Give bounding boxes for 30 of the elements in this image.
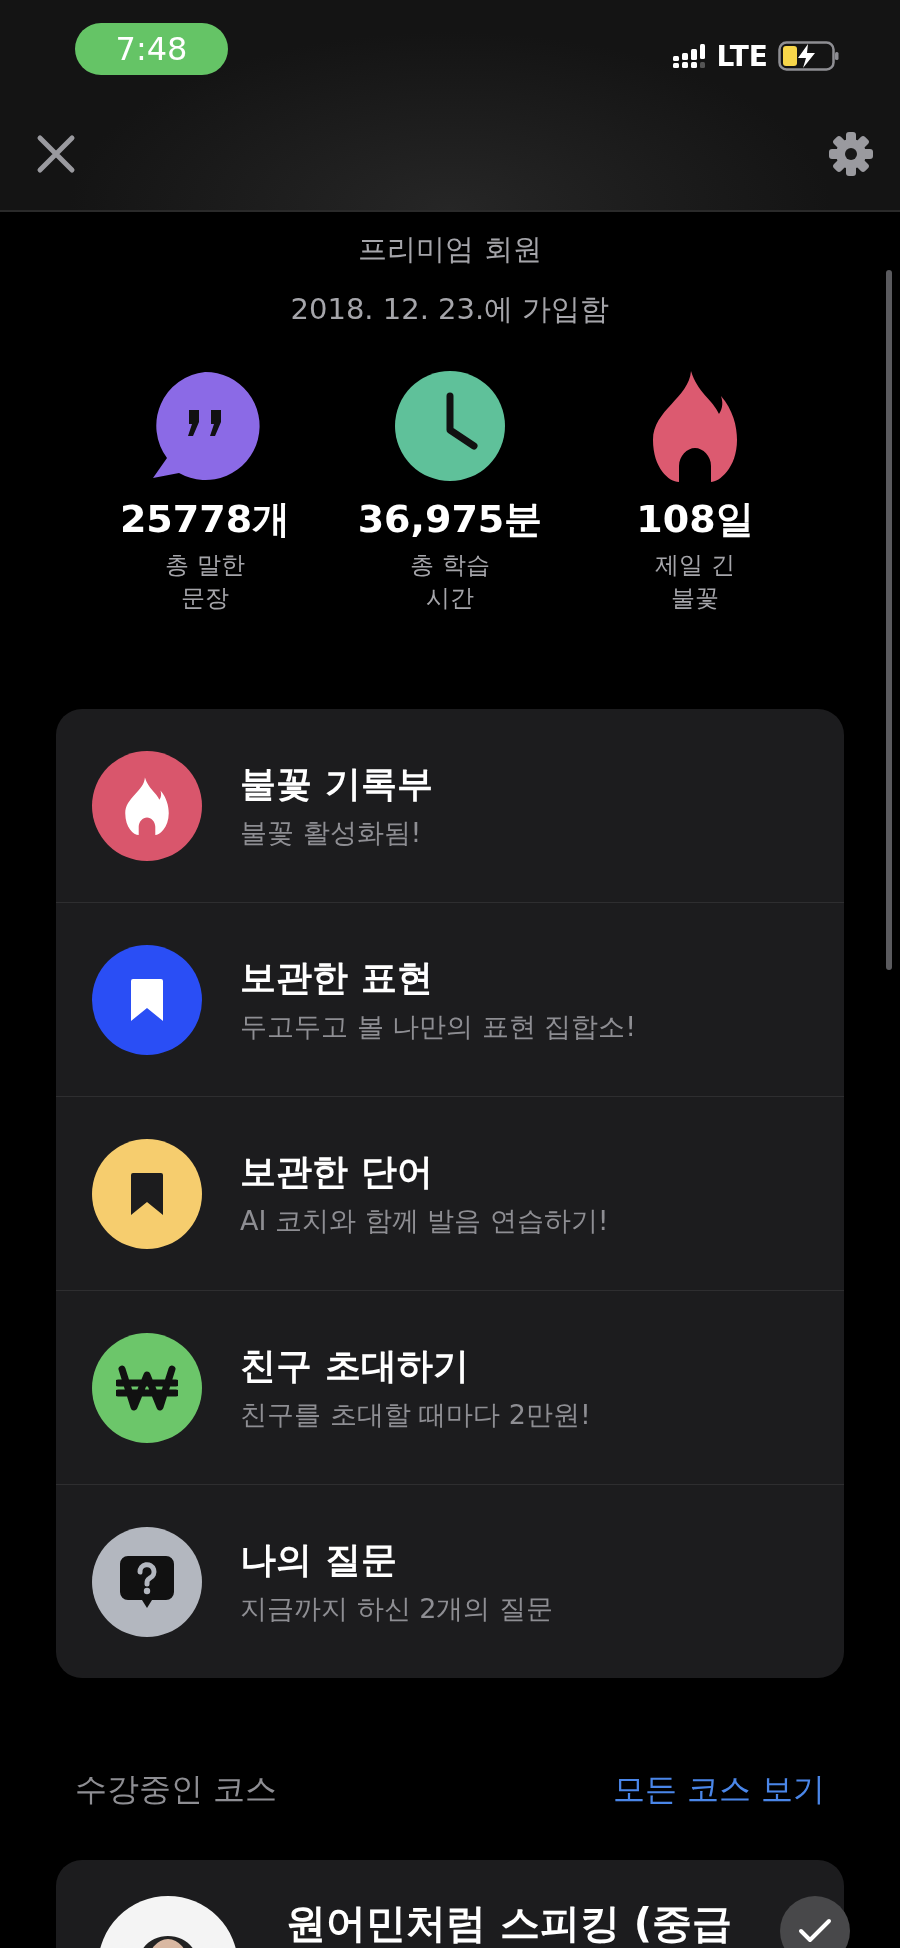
menu-subtitle: 친구를 초대할 때마다 2만원!	[240, 1398, 591, 1432]
section-title: 수강중인 코스	[75, 1769, 278, 1810]
battery-charging-icon	[778, 41, 840, 71]
network-label: LTE	[716, 39, 768, 73]
status-time: 7:48	[75, 23, 228, 75]
menu-subtitle: 불꽃 활성화됨!	[240, 816, 423, 850]
menu-title: 나의 질문	[240, 1538, 398, 1582]
signal-icon	[672, 44, 707, 68]
course-title: 원어민처럼 스피킹 (중급	[286, 1899, 733, 1948]
menu-subtitle: 두고두고 볼 나만의 표현 집합소!	[240, 1010, 637, 1044]
menu-title: 보관한 단어	[240, 1150, 434, 1194]
stat-label: 제일 긴 불꽃	[655, 550, 735, 614]
menu-item[interactable]: 불꽃 기록부 불꽃 활성화됨!	[56, 709, 844, 902]
menu-title: 보관한 표현	[240, 956, 434, 1000]
menu-item[interactable]: 친구 초대하기 친구를 초대할 때마다 2만원!	[56, 1290, 844, 1484]
menu-item[interactable]: 나의 질문 지금까지 하신 2개의 질문	[56, 1484, 844, 1678]
membership-label: 프리미엄 회원	[358, 231, 542, 268]
stat-value: 36,975분	[357, 496, 543, 543]
stat-value: 108일	[636, 496, 754, 543]
stat-label: 총 학습 시간	[410, 550, 490, 614]
menu-subtitle: AI 코치와 함께 발음 연습하기!	[240, 1204, 609, 1238]
join-date: 2018. 12. 23.에 가입함	[290, 291, 610, 328]
stat-value: 25778개	[119, 496, 291, 543]
menu-title: 친구 초대하기	[240, 1344, 470, 1388]
menu-item[interactable]: 보관한 표현 두고두고 볼 나만의 표현 집합소!	[56, 902, 844, 1096]
menu-subtitle: 지금까지 하신 2개의 질문	[240, 1592, 553, 1626]
stat-label: 총 말한 문장	[165, 550, 245, 614]
menu-item[interactable]: 보관한 단어 AI 코치와 함께 발음 연습하기!	[56, 1096, 844, 1290]
all-courses-link[interactable]: 모든 코스 보기	[612, 1768, 825, 1812]
menu-title: 불꽃 기록부	[240, 762, 433, 806]
